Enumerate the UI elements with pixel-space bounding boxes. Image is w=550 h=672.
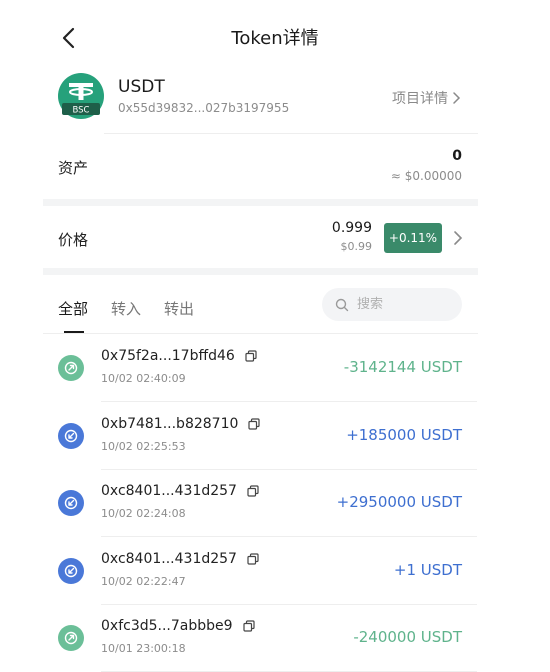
arrow-out-icon xyxy=(64,361,78,375)
transaction-time: 10/02 02:22:47 xyxy=(101,574,186,588)
price-detail-button[interactable] xyxy=(452,230,464,250)
transaction-hash-text: 0xb7481...b828710 xyxy=(101,415,239,432)
price-label: 价格 xyxy=(58,231,89,249)
transaction-row[interactable]: 0x75f2a...17bffd46 10/02 02:40:09 -3142144… xyxy=(43,335,477,402)
project-details-label: 项目详情 xyxy=(392,91,448,107)
transaction-hash: 0xfc3d5...7abbbe9 xyxy=(101,618,255,634)
token-symbol: USDT xyxy=(118,77,165,97)
token-logo: BSC xyxy=(58,73,104,119)
logo-badge: BSC xyxy=(72,106,89,116)
tab-transfer-out[interactable]: 转出 xyxy=(164,298,194,319)
search-input[interactable] xyxy=(355,296,449,313)
transaction-amount: +185000 USDT xyxy=(346,425,462,444)
divider xyxy=(104,133,478,134)
chevron-right-icon xyxy=(453,92,461,104)
section-divider xyxy=(43,199,478,206)
transaction-time: 10/02 02:25:53 xyxy=(101,439,186,453)
transaction-hash: 0xc8401...431d257 xyxy=(101,551,259,567)
transaction-time: 10/02 02:40:09 xyxy=(101,372,186,385)
transaction-hash: 0x75f2a...17bffd46 xyxy=(101,348,257,364)
asset-amount: 0 xyxy=(452,148,462,164)
page-title: Token详情 xyxy=(231,28,319,49)
section-divider xyxy=(43,268,478,275)
search-icon xyxy=(335,298,349,311)
chevron-right-icon xyxy=(454,231,463,245)
copy-icon[interactable] xyxy=(248,417,260,430)
transaction-hash-text: 0xc8401...431d257 xyxy=(101,550,237,567)
transaction-row[interactable]: 0xc8401...431d257 10/02 02:24:08 +2950000 … xyxy=(43,470,477,537)
tab-transfer-in[interactable]: 转入 xyxy=(111,298,141,319)
copy-icon[interactable] xyxy=(247,552,259,565)
asset-usd-value: ≈ $0.00000 xyxy=(390,169,462,183)
price-value: 0.999 xyxy=(331,220,372,236)
transaction-row[interactable]: 0xb7481...b828710 10/02 02:25:53 +185000 U… xyxy=(43,403,477,470)
transaction-direction-icon xyxy=(58,557,84,584)
price-usd-value: $0.99 xyxy=(340,240,373,253)
divider xyxy=(43,333,478,334)
transaction-row[interactable]: 0xfc3d5...7abbbe9 10/01 23:00:18 -240000 U… xyxy=(43,605,477,672)
transaction-direction-icon xyxy=(58,422,84,449)
asset-label: 资产 xyxy=(58,159,89,177)
arrow-out-icon xyxy=(64,631,78,645)
transaction-direction-icon xyxy=(58,490,84,516)
transaction-direction-icon xyxy=(58,355,84,381)
search-box[interactable] xyxy=(322,288,462,321)
price-change-badge: +0.11% xyxy=(384,223,442,253)
copy-icon[interactable] xyxy=(242,620,255,632)
copy-icon[interactable] xyxy=(245,350,257,362)
transaction-hash: 0xc8401...431d257 xyxy=(101,483,259,499)
arrow-in-icon xyxy=(64,564,78,577)
transaction-hash: 0xb7481...b828710 xyxy=(101,416,260,432)
transaction-row[interactable]: 0xc8401...431d257 10/02 02:22:47 +1 USDT xyxy=(43,538,477,605)
transaction-direction-icon xyxy=(58,625,84,651)
transaction-amount: -240000 USDT xyxy=(353,628,462,646)
transaction-time: 10/01 23:00:18 xyxy=(101,642,186,655)
transaction-hash-text: 0x75f2a...17bffd46 xyxy=(101,348,235,364)
arrow-in-icon xyxy=(64,429,78,442)
token-address: 0x55d39832...027b3197955 xyxy=(118,101,290,115)
project-details-link[interactable]: 项目详情 xyxy=(392,88,462,108)
copy-icon[interactable] xyxy=(247,485,259,497)
transaction-hash-text: 0xfc3d5...7abbbe9 xyxy=(101,618,233,634)
transaction-hash-text: 0xc8401...431d257 xyxy=(101,483,237,499)
transaction-time: 10/02 02:24:08 xyxy=(101,507,186,520)
transaction-amount: +1 USDT xyxy=(393,560,462,579)
tab-all[interactable]: 全部 xyxy=(58,298,88,319)
transaction-amount: +2950000 USDT xyxy=(336,493,462,511)
arrow-in-icon xyxy=(64,496,78,510)
transaction-amount: -3142144 USDT xyxy=(343,358,462,376)
